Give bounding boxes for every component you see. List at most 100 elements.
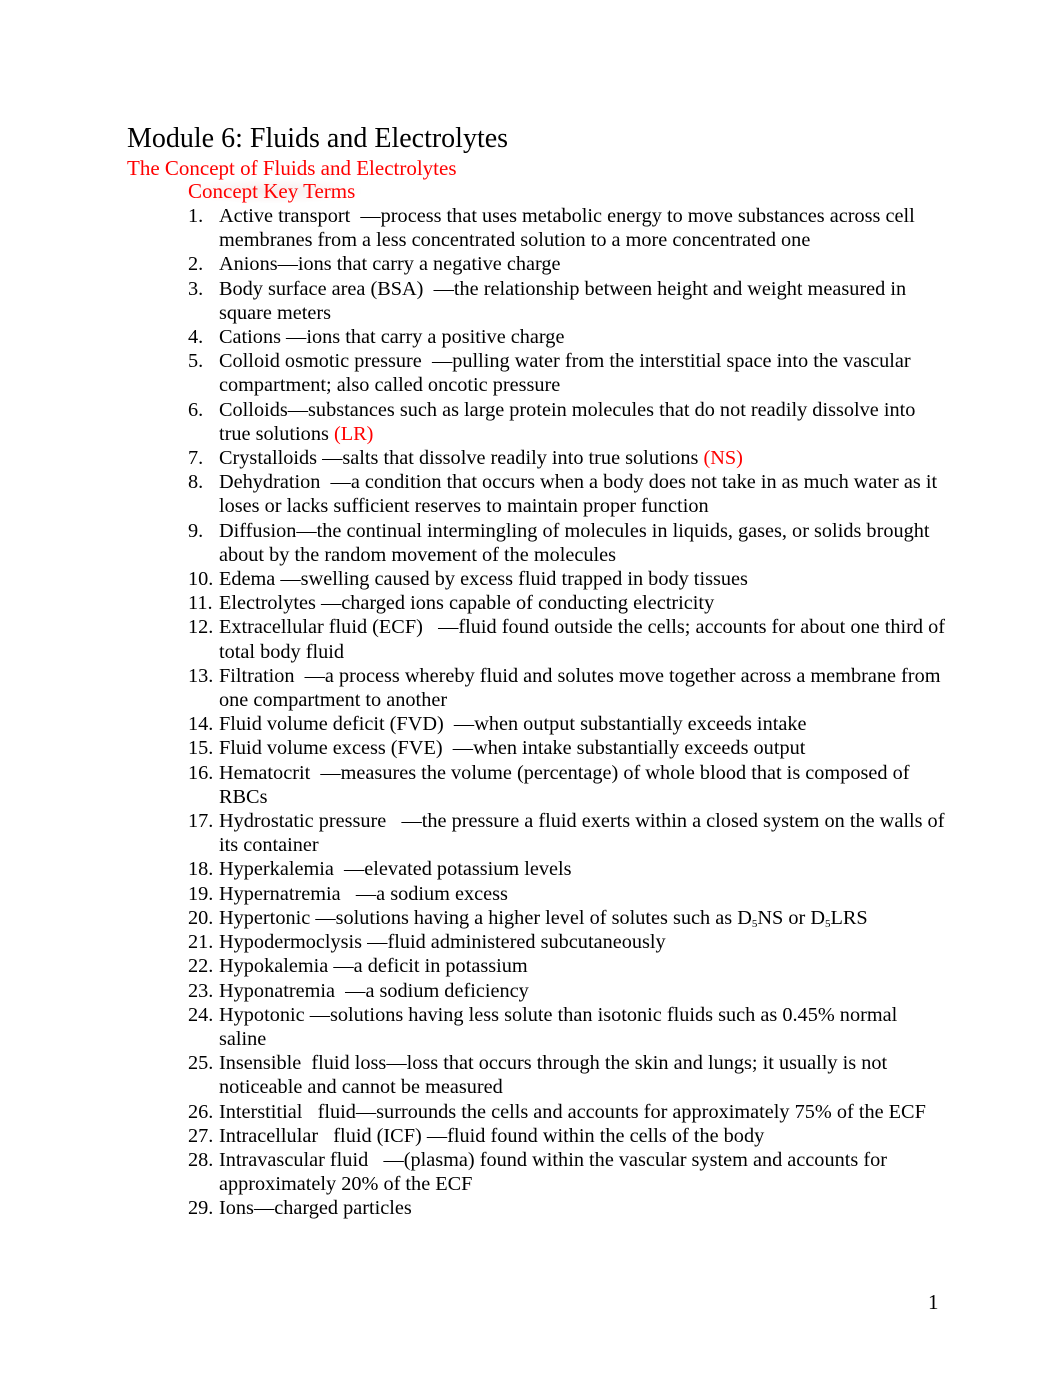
term-note: (NS) xyxy=(703,447,743,470)
list-item: 16. Hematocrit —measures the volume (perc… xyxy=(188,761,948,809)
term-name: Ions xyxy=(219,1197,254,1220)
list-item-number: 14. xyxy=(188,713,214,736)
list-item-number: 29. xyxy=(188,1197,214,1220)
term-name: Hypernatremia xyxy=(219,882,356,905)
page-title: Module 6: Fluids and Electrolytes xyxy=(127,123,509,154)
list-item: 10. Edema —swelling caused by excess flui… xyxy=(188,567,948,591)
term-name: Hyponatremia xyxy=(219,979,346,1002)
term-definition: —a process whereby fluid and solutes mov… xyxy=(219,664,941,712)
term-name: Edema xyxy=(219,568,281,591)
list-item-number: 19. xyxy=(188,882,214,905)
term-definition: —charged particles xyxy=(253,1197,412,1220)
list-item: 14. Fluid volume deficit (FVD) —when outp… xyxy=(188,712,948,736)
list-item-number: 18. xyxy=(188,858,214,881)
list-item-number: 23. xyxy=(188,979,214,1002)
list-item: 11. Electrolytes —charged ions capable of… xyxy=(188,591,948,615)
list-item: 12. Extracellular fluid (ECF) —fluid foun… xyxy=(188,615,948,663)
term-name: Colloid osmotic pressure xyxy=(219,350,432,373)
list-item-number: 24. xyxy=(188,1003,214,1026)
section-heading: Concept Key Terms xyxy=(182,179,362,203)
list-item: 7. Crystalloids —salts that dissolve read… xyxy=(188,446,948,470)
term-name: Active transport xyxy=(219,205,361,227)
list-item-number: 12. xyxy=(188,616,214,639)
term-definition: —surrounds the cells and accounts for ap… xyxy=(355,1100,926,1123)
key-terms-list: 1. Active transport —process that uses me… xyxy=(188,204,948,1221)
list-item-number: 17. xyxy=(188,810,214,833)
term-definition: —when intake substantially exceeds outpu… xyxy=(452,737,806,760)
term-name: Hypotonic xyxy=(219,1003,310,1026)
term-name: Hematocrit xyxy=(219,761,321,784)
term-name: Hypokalemia xyxy=(219,955,334,978)
list-item-number: 10. xyxy=(188,568,214,591)
list-item-number: 20. xyxy=(188,906,214,929)
term-definition: —charged ions capable of conducting elec… xyxy=(320,592,715,615)
list-item: 29. Ions—charged particles xyxy=(188,1196,948,1220)
list-item-number: 6. xyxy=(188,398,204,421)
term-name: Colloids xyxy=(219,398,288,421)
term-definition: —substances such as large protein molecu… xyxy=(219,398,916,445)
list-item-number: 2. xyxy=(188,253,204,276)
term-name: Cations xyxy=(219,326,287,349)
list-item-number: 28. xyxy=(188,1148,214,1171)
term-definition: —a deficit in potassium xyxy=(333,955,528,978)
list-item: 25. Insensible fluid loss—loss that occur… xyxy=(188,1051,948,1099)
list-item-number: 7. xyxy=(188,447,204,470)
list-item-number: 26. xyxy=(188,1100,214,1123)
subscript: 5 xyxy=(751,917,758,930)
term-definition: —swelling caused by excess fluid trapped… xyxy=(280,568,748,591)
list-item-number: 21. xyxy=(188,931,214,954)
term-name: Hypertonic xyxy=(219,906,316,929)
term-name: Hyperkalemia xyxy=(219,858,345,881)
list-item: 26. Interstitial fluid—surrounds the cell… xyxy=(188,1100,948,1124)
list-item: 20. Hypertonic —solutions having a higher… xyxy=(188,906,948,930)
term-name: Hypodermoclysis xyxy=(219,931,368,954)
list-item-number: 22. xyxy=(188,955,214,978)
term-name: Intravascular fluid xyxy=(219,1148,384,1171)
page-number: 1 xyxy=(928,1290,939,1314)
list-item: 17. Hydrostatic pressure —the pressure a … xyxy=(188,809,948,857)
section-subtitle: The Concept of Fluids and Electrolytes xyxy=(127,156,457,180)
list-item: 13. Filtration —a process whereby fluid a… xyxy=(188,664,948,712)
list-item: 19. Hypernatremia —a sodium excess xyxy=(188,882,948,906)
term-definition: —fluid found within the cells of the bod… xyxy=(426,1124,765,1147)
term-name: Body surface area (BSA) xyxy=(219,277,434,300)
list-item: 8. Dehydration —a condition that occurs w… xyxy=(188,470,948,518)
list-item-number: 25. xyxy=(188,1052,214,1075)
term-definition: —solutions having a higher level of solu… xyxy=(315,906,868,930)
term-definition: —ions that carry a positive charge xyxy=(286,326,565,349)
term-name: Fluid volume deficit (FVD) xyxy=(219,713,454,736)
term-name: Hydrostatic pressure xyxy=(219,810,402,833)
list-item: 6. Colloids—substances such as large prot… xyxy=(188,398,948,446)
list-item: 5. Colloid osmotic pressure —pulling wate… xyxy=(188,349,948,397)
document-page: Module 6: Fluids and Electrolytes The Co… xyxy=(0,0,1062,1377)
term-name: Filtration xyxy=(219,664,305,687)
list-item-number: 11. xyxy=(188,592,213,615)
list-item-number: 9. xyxy=(188,519,204,542)
list-item-number: 4. xyxy=(188,326,204,349)
list-item: 23. Hyponatremia —a sodium deficiency xyxy=(188,979,948,1003)
term-definition: —a sodium excess xyxy=(355,882,508,905)
term-definition: —the continual intermingling of molecule… xyxy=(219,519,930,566)
term-definition: —a sodium deficiency xyxy=(345,979,529,1002)
term-definition: —fluid administered subcutaneously xyxy=(367,931,666,954)
list-item: 27. Intracellular fluid (ICF) —fluid foun… xyxy=(188,1124,948,1148)
list-item: 22. Hypokalemia —a deficit in potassium xyxy=(188,954,948,978)
list-item: 4. Cations —ions that carry a positive ch… xyxy=(188,325,948,349)
term-name: Crystalloids xyxy=(219,447,323,470)
list-item-number: 1. xyxy=(188,205,204,227)
term-definition: —ions that carry a negative charge xyxy=(277,253,561,276)
term-definition: —salts that dissolve readily into true s… xyxy=(322,447,704,470)
list-item-number: 8. xyxy=(188,471,204,494)
term-name: Anions xyxy=(219,253,278,276)
list-item-number: 3. xyxy=(188,277,204,300)
list-item: 3. Body surface area (BSA) —the relations… xyxy=(188,277,948,325)
term-name: Dehydration xyxy=(219,471,331,494)
term-name: Diffusion xyxy=(219,519,297,542)
term-name: Fluid volume excess (FVE) xyxy=(219,737,453,760)
list-item: 2. Anions—ions that carry a negative char… xyxy=(188,252,948,276)
term-definition: —elevated potassium levels xyxy=(344,858,572,881)
term-definition: —measures the volume (percentage) of who… xyxy=(219,761,910,808)
list-item-number: 15. xyxy=(188,737,214,760)
list-item: 21. Hypodermoclysis —fluid administered s… xyxy=(188,930,948,954)
list-item: 1. Active transport —process that uses me… xyxy=(188,204,948,252)
